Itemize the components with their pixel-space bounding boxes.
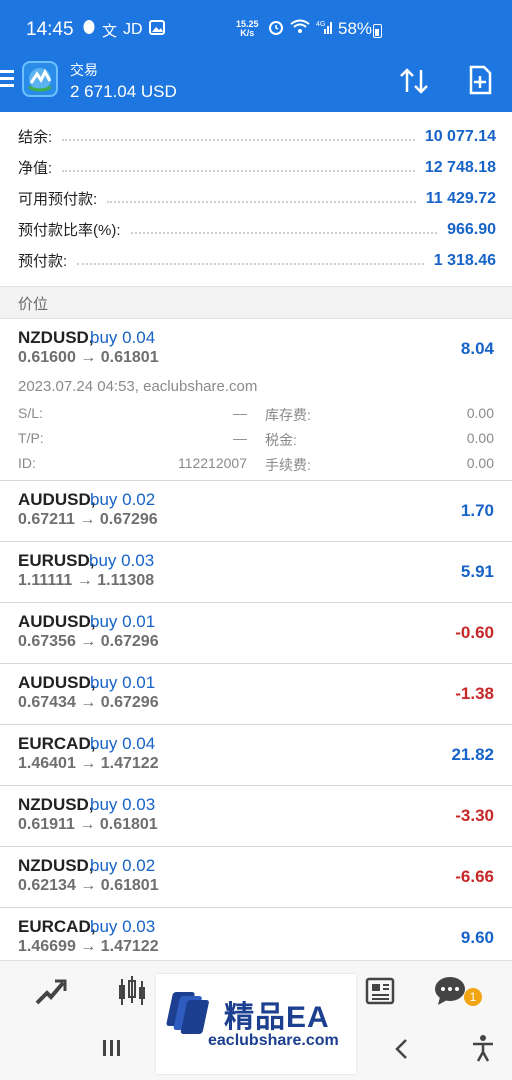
swap-value: 0.00 <box>466 405 494 421</box>
position-row[interactable]: AUDUSD, buy 0.01 0.67434 → 0.67296 -1.38 <box>0 664 512 725</box>
battery-percent: 58% <box>338 19 373 38</box>
watermark-title: 精品EA <box>224 1001 330 1034</box>
position-side: buy 0.03 <box>90 795 156 814</box>
wifi-icon <box>290 19 310 40</box>
position-symbol: AUDUSD, <box>18 673 96 692</box>
watermark-url: eaclubshare.com <box>208 1032 339 1049</box>
alarm-icon <box>268 19 284 40</box>
chat-icon[interactable] <box>432 973 468 1009</box>
summary-free-margin: 可用预付款: 11 429.72 <box>18 189 496 209</box>
position-row[interactable]: AUDUSD, buy 0.02 0.67211 → 0.67296 1.70 <box>0 481 512 542</box>
carrier-text: JD <box>123 21 143 38</box>
position-prices: 1.11111 → 1.11308 <box>18 572 155 589</box>
position-side: buy 0.01 <box>90 612 156 631</box>
position-side: buy 0.02 <box>90 856 156 875</box>
status-bar: 14:45 文 JD 15.25 K/s 4G 58% <box>0 0 512 58</box>
position-side: buy 0.04 <box>90 328 156 347</box>
position-profit: -3.30 <box>455 806 494 825</box>
summary-balance: 结余: 10 077.14 <box>18 127 496 147</box>
svg-text:4G: 4G <box>316 21 325 28</box>
position-prices: 0.67356 → 0.67296 <box>18 633 159 650</box>
position-meta: 2023.07.24 04:53, eaclubshare.com <box>18 378 258 395</box>
gallery-icon <box>148 20 165 40</box>
position-row[interactable]: NZDUSD, buy 0.04 0.61600 → 0.61801 8.04 … <box>0 319 512 481</box>
sort-button[interactable] <box>396 66 432 96</box>
account-balance: 2 671.04 USD <box>70 82 177 101</box>
swap-label: 库存费: <box>265 407 311 423</box>
new-document-icon <box>469 65 492 95</box>
position-side: buy 0.01 <box>90 673 156 692</box>
position-prices: 0.67434 → 0.67296 <box>18 694 159 711</box>
watermark-logo <box>162 988 214 1038</box>
position-symbol: NZDUSD, <box>18 328 94 347</box>
position-profit: -0.60 <box>455 623 494 642</box>
summary-margin: 预付款: 1 318.46 <box>18 251 496 271</box>
position-profit: 1.70 <box>460 501 494 520</box>
accessibility-icon[interactable] <box>470 1034 496 1062</box>
page-title: 交易 <box>70 62 98 78</box>
back-icon[interactable] <box>392 1036 412 1062</box>
position-side: buy 0.03 <box>89 551 155 570</box>
position-row[interactable]: EURCAD, buy 0.04 1.46401 → 1.47122 21.82 <box>0 725 512 786</box>
positions-header: 价位 <box>0 286 512 319</box>
position-profit: 9.60 <box>460 928 494 947</box>
position-symbol: EURCAD, <box>18 734 96 753</box>
position-prices: 0.61911 → 0.61801 <box>18 816 158 833</box>
position-row[interactable]: NZDUSD, buy 0.02 0.62134 → 0.61801 -6.66 <box>0 847 512 908</box>
position-side: buy 0.03 <box>90 917 156 936</box>
status-time: 14:45 <box>26 19 74 40</box>
position-prices: 0.62134 → 0.61801 <box>18 877 159 894</box>
position-symbol: EURUSD, <box>18 551 95 570</box>
newspaper-icon[interactable] <box>362 973 398 1009</box>
app-logo <box>22 61 58 97</box>
tp-value: — <box>233 430 247 446</box>
fee-label: 手续费: <box>265 457 311 473</box>
position-symbol: AUDUSD, <box>18 612 96 631</box>
position-profit: 8.04 <box>460 339 494 358</box>
summary-equity: 净值: 12 748.18 <box>18 158 496 178</box>
menu-icon[interactable] <box>0 70 14 88</box>
position-profit: -1.38 <box>455 684 494 703</box>
sl-label: S/L: <box>18 405 43 421</box>
position-profit: 5.91 <box>460 562 494 581</box>
position-profit: 21.82 <box>451 745 494 764</box>
position-side: buy 0.04 <box>90 734 156 753</box>
candlestick-icon[interactable] <box>114 973 150 1009</box>
translate-icon: 文 <box>102 22 118 40</box>
position-row[interactable]: AUDUSD, buy 0.01 0.67356 → 0.67296 -0.60 <box>0 603 512 664</box>
id-value: 112212007 <box>177 455 247 471</box>
tax-value: 0.00 <box>466 430 494 446</box>
summary-margin-level: 预付款比率(%): 966.90 <box>18 220 496 240</box>
battery-icon <box>373 24 382 38</box>
position-symbol: NZDUSD, <box>18 856 94 875</box>
position-symbol: AUDUSD, <box>18 490 96 509</box>
position-prices: 0.67211 → 0.67296 <box>18 511 158 528</box>
positions-list: NZDUSD, buy 0.04 0.61600 → 0.61801 8.04 … <box>0 319 512 969</box>
position-row[interactable]: EURUSD, buy 0.03 1.11111 → 1.11308 5.91 <box>0 542 512 603</box>
new-order-button[interactable] <box>464 64 496 96</box>
trade-chart-icon[interactable] <box>33 973 69 1009</box>
recents-icon[interactable] <box>103 1040 125 1058</box>
position-profit: -6.66 <box>455 867 494 886</box>
position-prices: 1.46401 → 1.47122 <box>18 755 159 772</box>
tax-label: 税金: <box>265 432 297 448</box>
network-speed: 15.25 K/s <box>236 19 259 38</box>
chat-badge: 1 <box>464 988 482 1006</box>
position-prices: 1.46699 → 1.47122 <box>18 938 159 955</box>
signal-icon: 4G <box>316 19 334 40</box>
position-symbol: NZDUSD, <box>18 795 94 814</box>
position-row[interactable]: NZDUSD, buy 0.03 0.61911 → 0.61801 -3.30 <box>0 786 512 847</box>
qq-icon <box>82 19 96 41</box>
sl-value: — <box>233 405 247 421</box>
account-summary: 结余: 10 077.14 净值: 12 748.18 可用预付款: 11 429.7… <box>0 112 512 286</box>
app-bar: 交易 2 671.04 USD <box>0 58 512 112</box>
watermark: 精品EA eaclubshare.com <box>156 974 356 1074</box>
tp-label: T/P: <box>18 430 44 446</box>
id-label: ID: <box>18 455 36 471</box>
sort-icon <box>400 68 428 94</box>
fee-value: 0.00 <box>466 455 494 471</box>
position-side: buy 0.02 <box>90 490 156 509</box>
position-symbol: EURCAD, <box>18 917 96 936</box>
position-prices: 0.61600 → 0.61801 <box>18 349 159 366</box>
